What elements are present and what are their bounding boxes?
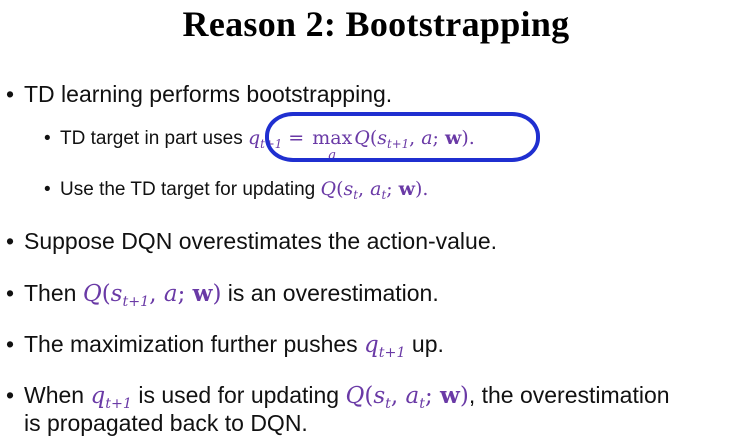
- subbullet-text: TD target in part uses: [60, 128, 248, 149]
- bullet-dot: •: [44, 128, 51, 149]
- bullet-then: • Then Q(st+1, a; w) is an overestimation…: [6, 279, 439, 310]
- bullet-text-pre: The maximization further pushes: [24, 331, 365, 357]
- bullet-dot: •: [6, 81, 15, 107]
- bullet-dot: •: [6, 280, 15, 306]
- bullet-dot: •: [6, 331, 15, 357]
- bullet-maximization: • The maximization further pushes qt+1 up…: [6, 330, 444, 361]
- bullet-td-learning: • TD learning performs bootstrapping.: [6, 80, 392, 108]
- bullet-when: • When qt+1 is used for updating Q(st, at…: [6, 381, 670, 412]
- q-t1-formula: qt+1: [364, 332, 406, 361]
- subbullet-text: Use the TD target for updating: [60, 179, 321, 200]
- bullet-dot: •: [44, 179, 51, 200]
- bullet-text-pre: When: [24, 382, 91, 408]
- bullet-text-post: up.: [405, 331, 444, 357]
- bullet-text: Suppose DQN overestimates the action-val…: [24, 228, 498, 254]
- slide-title: Reason 2: Bootstrapping: [182, 4, 570, 44]
- q-st-at-formula: Q(st, at; w).: [320, 178, 429, 203]
- bullet-text: TD learning performs bootstrapping.: [24, 81, 393, 107]
- highlight-circle: [265, 112, 540, 162]
- q-next-formula: Q(st+1, a; w): [82, 280, 222, 310]
- bullet-text-post: , the overestimation: [468, 382, 670, 408]
- bullet-text-post: is an overestimation.: [221, 280, 439, 306]
- subbullet-update: • Use the TD target for updating Q(st, at…: [44, 177, 428, 202]
- bullet-when-line2: is propagated back to DQN.: [24, 410, 308, 436]
- q-st-at-formula: Q(st, at; w): [345, 382, 469, 412]
- bullet-text-pre: Then: [24, 280, 83, 306]
- bullet-dot: •: [6, 228, 15, 254]
- bullet-dot: •: [6, 382, 15, 408]
- bullet-suppose: • Suppose DQN overestimates the action-va…: [6, 227, 497, 255]
- bullet-text-mid: is used for updating: [131, 382, 346, 408]
- q-t1-formula: qt+1: [90, 383, 132, 412]
